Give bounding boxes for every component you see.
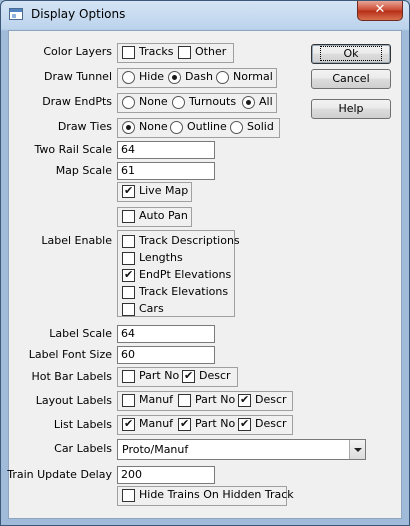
map-scale-label: Map Scale <box>55 164 112 177</box>
list-labels-label: List Labels <box>53 418 112 431</box>
close-button[interactable]: ✕ <box>357 1 403 21</box>
live-map-check-box <box>122 184 135 198</box>
endpts-all-label: All <box>259 95 273 108</box>
hot-bar-descr-label: Descr <box>199 369 231 382</box>
cars-label: Cars <box>139 302 164 315</box>
layout-labels-group: Manuf Part No Descr <box>117 391 293 411</box>
ties-outline-label: Outline <box>187 120 227 133</box>
live-map-group: Live Map <box>117 182 192 202</box>
list-descr-label: Descr <box>255 417 287 430</box>
two-rail-scale-label: Two Rail Scale <box>34 143 112 156</box>
endpts-none-radio-circle <box>122 96 135 109</box>
layout-descr-label: Descr <box>255 393 287 406</box>
other-label: Other <box>195 45 227 58</box>
chevron-down-icon[interactable] <box>349 440 365 459</box>
ties-solid-radio-circle <box>230 121 243 134</box>
list-part-no-label: Part No <box>195 417 236 430</box>
hot-bar-labels-label: Hot Bar Labels <box>31 370 112 383</box>
ok-button[interactable]: Ok <box>311 44 391 64</box>
label-scale-input[interactable]: 64 <box>117 325 215 343</box>
tunnel-hide-radio-circle <box>122 71 135 84</box>
map-scale-input[interactable]: 61 <box>117 162 215 180</box>
layout-manuf-check-box <box>122 394 135 407</box>
draw-endpts-label: Draw EndPts <box>42 95 112 108</box>
layout-manuf-label: Manuf <box>139 393 174 406</box>
cancel-button[interactable]: Cancel <box>311 69 391 89</box>
auto-pan-check-box <box>122 210 135 223</box>
list-manuf-label: Manuf <box>139 417 174 430</box>
tracks-label: Tracks <box>139 45 174 58</box>
ok-label: Ok <box>320 46 382 61</box>
list-part-no-check-box <box>178 417 191 431</box>
color-layers-label: Color Layers <box>43 45 112 58</box>
draw-tunnel-group: Hide Dash Normal <box>117 68 277 88</box>
ties-none-radio-circle <box>122 121 135 134</box>
tunnel-dash-radio-circle <box>168 71 181 84</box>
dialog-window: Display Options ✕ Ok Cancel Help Color L… <box>0 0 410 526</box>
ties-solid-label: Solid <box>247 120 274 133</box>
app-icon <box>9 8 23 20</box>
layout-descr-check-box <box>238 393 251 407</box>
dialog-body: Ok Cancel Help Color Layers Tracks Other… <box>7 30 402 519</box>
tunnel-hide-label: Hide <box>139 70 165 83</box>
label-scale-label: Label Scale <box>49 327 112 340</box>
list-labels-group: Manuf Part No Descr <box>117 415 293 435</box>
car-labels-dropdown[interactable]: Proto/Manuf <box>117 439 366 460</box>
label-font-size-input[interactable]: 60 <box>117 346 215 364</box>
train-update-delay-input[interactable]: 200 <box>117 466 215 484</box>
two-rail-scale-input[interactable]: 64 <box>117 141 215 159</box>
track-elevations-check-box <box>122 286 135 299</box>
cars-check-box <box>122 303 135 316</box>
endpts-turnouts-label: Turnouts <box>189 95 237 108</box>
draw-endpts-group: None Turnouts All <box>117 93 277 113</box>
tracks-check-box <box>122 46 135 59</box>
window-title: Display Options <box>31 7 126 21</box>
draw-ties-group: None Outline Solid <box>117 118 280 138</box>
track-elevations-label: Track Elevations <box>139 285 229 298</box>
endpt-elevations-label: EndPt Elevations <box>139 268 232 281</box>
train-update-delay-label: Train Update Delay <box>7 468 112 481</box>
car-labels-value: Proto/Manuf <box>122 443 189 456</box>
hot-bar-descr-check-box <box>182 369 195 383</box>
tunnel-normal-radio-circle <box>216 71 229 84</box>
label-enable-label: Label Enable <box>41 234 112 247</box>
hot-bar-part-no-check-box <box>122 370 135 383</box>
track-descriptions-label: Track Descriptions <box>139 234 240 247</box>
car-labels-label: Car Labels <box>54 442 112 455</box>
live-map-label: Live Map <box>139 184 189 197</box>
list-descr-check-box <box>238 417 251 431</box>
auto-pan-label: Auto Pan <box>139 209 188 222</box>
hide-trains-group: Hide Trains On Hidden Track <box>117 486 294 506</box>
layout-part-no-check-box <box>178 394 191 407</box>
label-enable-group: Track Descriptions Lengths EndPt Elevati… <box>117 230 240 317</box>
hide-trains-check-box <box>122 489 135 502</box>
tunnel-dash-label: Dash <box>185 70 213 83</box>
track-descriptions-check-box <box>122 235 135 248</box>
hot-bar-labels-group: Part No Descr <box>117 367 238 387</box>
layout-labels-label: Layout Labels <box>35 394 112 407</box>
tunnel-normal-label: Normal <box>233 70 273 83</box>
draw-ties-label: Draw Ties <box>57 120 112 133</box>
list-manuf-check-box <box>122 417 135 431</box>
hide-trains-label: Hide Trains On Hidden Track <box>139 488 294 501</box>
color-layers-group: Tracks Other <box>117 43 234 63</box>
draw-tunnel-label: Draw Tunnel <box>43 70 112 83</box>
endpts-none-label: None <box>139 95 168 108</box>
help-button[interactable]: Help <box>311 99 391 119</box>
endpts-all-radio-circle <box>242 96 255 109</box>
auto-pan-group: Auto Pan <box>117 207 192 227</box>
other-check-box <box>178 46 191 59</box>
ties-none-label: None <box>139 120 168 133</box>
lengths-label: Lengths <box>139 251 183 264</box>
endpt-elevations-check-box <box>122 268 135 282</box>
lengths-check-box <box>122 252 135 265</box>
title-bar[interactable]: Display Options ✕ <box>1 1 409 29</box>
layout-part-no-label: Part No <box>195 393 236 406</box>
endpts-turnouts-radio-circle <box>172 96 185 109</box>
ties-outline-radio-circle <box>170 121 183 134</box>
hot-bar-part-no-label: Part No <box>139 369 180 382</box>
label-font-size-label: Label Font Size <box>28 348 112 361</box>
